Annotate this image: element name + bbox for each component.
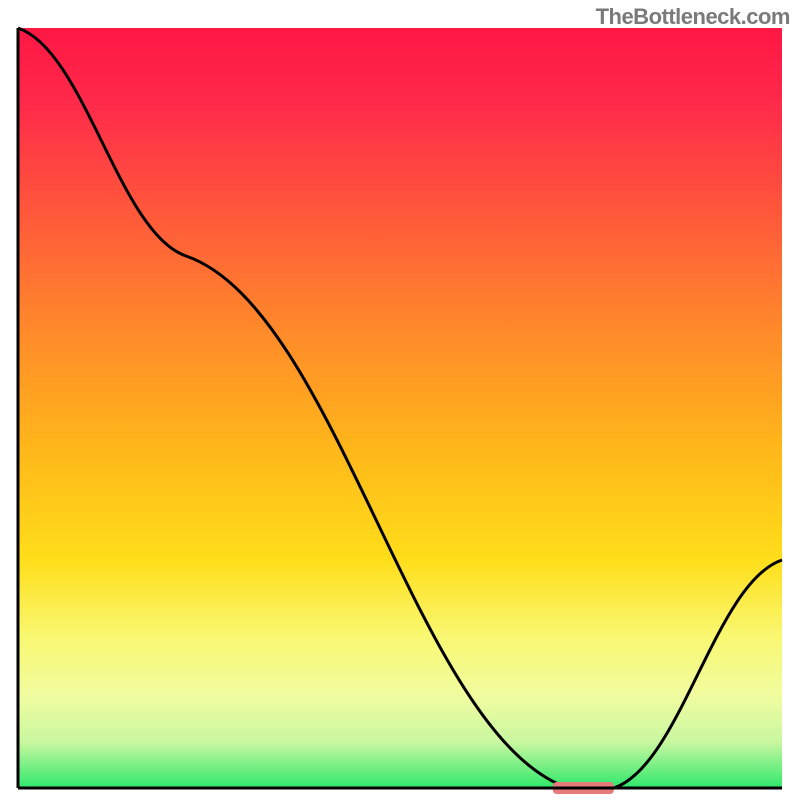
plot-area xyxy=(18,28,782,794)
chart-svg xyxy=(0,0,800,800)
watermark-label: TheBottleneck.com xyxy=(596,4,790,30)
bottleneck-chart: TheBottleneck.com xyxy=(0,0,800,800)
gradient-background xyxy=(18,28,782,788)
